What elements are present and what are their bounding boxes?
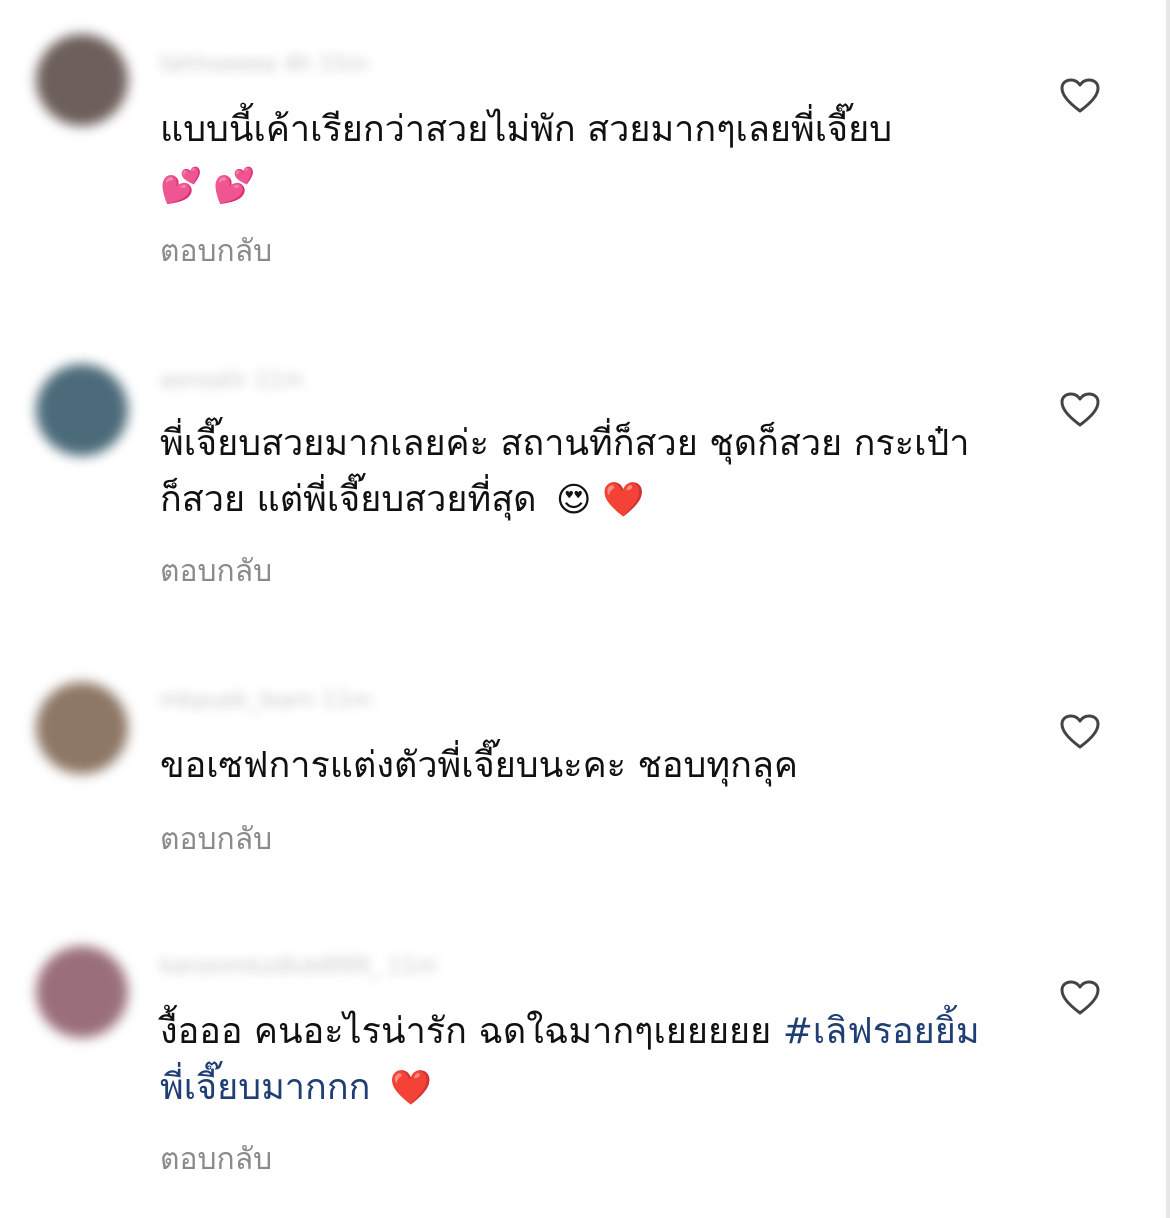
like-button[interactable] [1060, 392, 1100, 428]
right-edge [1166, 0, 1170, 1218]
comment-text: พี่เจี๊ยบสวยมากเลยค่ะ สถานที่ก็สวย ชุดก็… [160, 416, 980, 528]
username[interactable]: fahhoeeee 4h 15m [160, 52, 368, 78]
reply-button[interactable]: ตอบกลับ [160, 816, 272, 863]
heart-outline-icon [1060, 714, 1100, 749]
emoji-hearts: 💕 💕 [160, 166, 256, 206]
comment-text: ขอเซฟการแต่งตัวพี่เจี๊ยบนะคะ ชอบทุกลุค [160, 738, 980, 794]
reply-button[interactable]: ตอบกลับ [160, 228, 272, 275]
heart-outline-icon [1060, 78, 1100, 113]
emoji-heart: ❤️ [389, 1068, 433, 1108]
comment-body: งื้อออ คนอะไรน่ารัก ฉดใฉมากๆเยยยยย [160, 1011, 772, 1052]
avatar[interactable] [36, 682, 128, 774]
like-button[interactable] [1060, 980, 1100, 1016]
avatar[interactable] [36, 364, 128, 456]
reply-button[interactable]: ตอบกลับ [160, 548, 272, 595]
username[interactable]: kanonmkzdkdd999_ 11m [160, 954, 437, 980]
comment-text: งื้อออ คนอะไรน่ารัก ฉดใฉมากๆเยยยยย #เลิฟ… [160, 1004, 980, 1116]
comment-body: แบบนี้เค้าเรียกว่าสวยไม่พัก สวยมากๆเลยพี… [160, 109, 893, 150]
comment-text: แบบนี้เค้าเรียกว่าสวยไม่พัก สวยมากๆเลยพี… [160, 102, 980, 214]
emoji-love: 😍 ❤️ [556, 480, 645, 520]
username[interactable]: aonsalir 11m [160, 368, 304, 394]
like-button[interactable] [1060, 78, 1100, 114]
reply-button[interactable]: ตอบกลับ [160, 1136, 272, 1183]
heart-outline-icon [1060, 392, 1100, 427]
heart-outline-icon [1060, 980, 1100, 1015]
username[interactable]: mkpuek_learn 11m [160, 688, 372, 714]
comment-body: ขอเซฟการแต่งตัวพี่เจี๊ยบนะคะ ชอบทุกลุค [160, 745, 799, 786]
avatar[interactable] [36, 34, 128, 126]
like-button[interactable] [1060, 714, 1100, 750]
avatar[interactable] [36, 946, 128, 1038]
